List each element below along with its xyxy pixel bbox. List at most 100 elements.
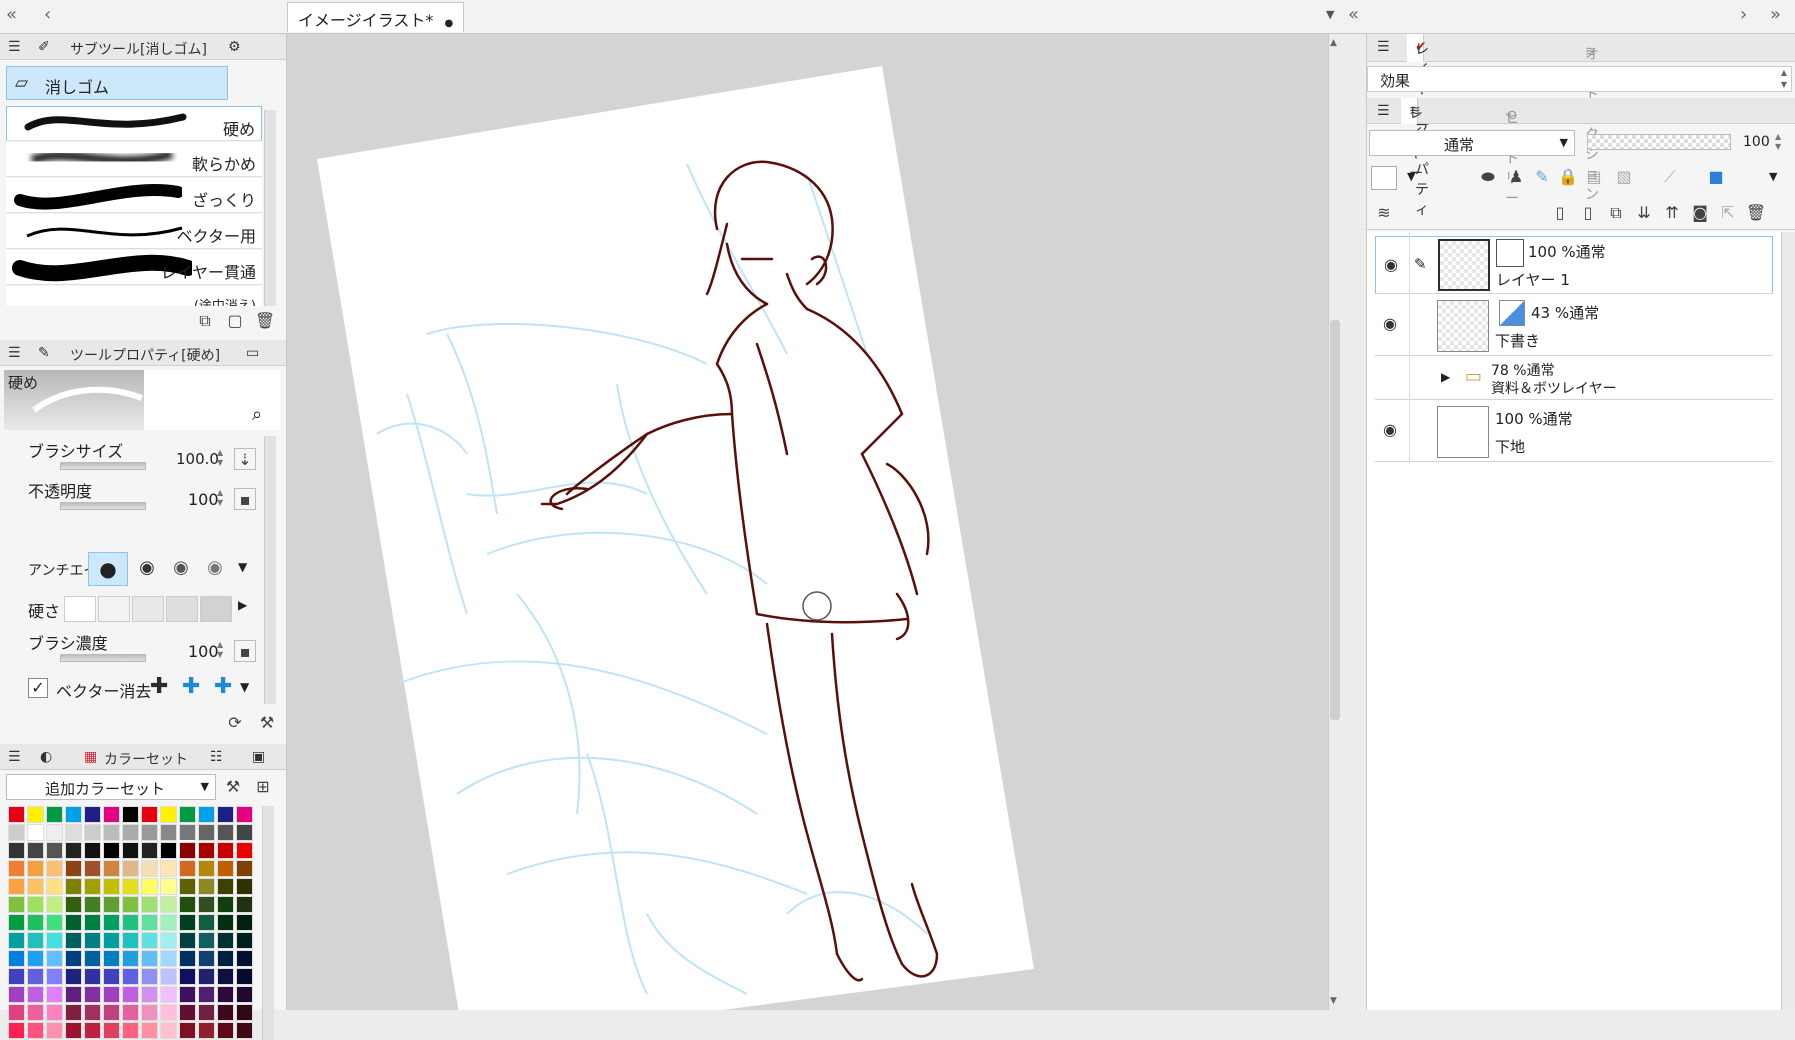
- color-swatch[interactable]: [217, 914, 234, 931]
- color-swatch[interactable]: [27, 878, 44, 895]
- color-swatch[interactable]: [217, 824, 234, 841]
- color-swatch[interactable]: [8, 950, 25, 967]
- color-swatch[interactable]: [217, 1022, 234, 1039]
- color-swatch[interactable]: [179, 878, 196, 895]
- color-swatch[interactable]: [141, 1004, 158, 1021]
- panel-menu-icon[interactable]: ☰: [1377, 103, 1390, 119]
- layer-row-layer1[interactable]: ◉ ✎ 100 %通常 レイヤー 1: [1375, 236, 1773, 294]
- color-swatch[interactable]: [122, 1022, 139, 1039]
- canvas-vertical-scrollbar[interactable]: ▲ ▼: [1328, 34, 1342, 1010]
- color-swatch[interactable]: [122, 986, 139, 1003]
- color-swatch[interactable]: [84, 1004, 101, 1021]
- brush-size-pressure-icon[interactable]: ⇣: [234, 448, 256, 470]
- apply-mask-icon[interactable]: ⇱: [1717, 202, 1739, 224]
- brush-item-partial[interactable]: (途中消え): [6, 286, 262, 306]
- lock-transparency-icon[interactable]: ▤: [1583, 166, 1605, 188]
- color-swatch[interactable]: [8, 986, 25, 1003]
- color-swatch[interactable]: [236, 1004, 253, 1021]
- color-swatch[interactable]: [8, 896, 25, 913]
- color-swatch[interactable]: [84, 806, 101, 823]
- tool-settings-icon[interactable]: ⚒: [256, 712, 278, 734]
- color-swatch[interactable]: [46, 842, 63, 859]
- opacity-slider[interactable]: [60, 502, 146, 510]
- new-vector-layer-icon[interactable]: ▯: [1577, 202, 1599, 224]
- color-swatch[interactable]: [103, 860, 120, 877]
- magnifier-icon[interactable]: ⌕: [252, 404, 262, 425]
- color-swatch[interactable]: [236, 986, 253, 1003]
- color-swatch[interactable]: [141, 860, 158, 877]
- color-swatch[interactable]: [198, 878, 215, 895]
- color-swatch[interactable]: [217, 986, 234, 1003]
- lock-layer-icon[interactable]: 🔒: [1557, 166, 1579, 188]
- canvas-drawing[interactable]: [287, 34, 1328, 1010]
- color-swatch[interactable]: [179, 914, 196, 931]
- hardness-level-1[interactable]: [64, 596, 96, 622]
- color-swatch[interactable]: [160, 878, 177, 895]
- color-swatch[interactable]: [177, 840, 198, 861]
- antialias-strong-button[interactable]: ◉: [198, 552, 232, 586]
- eye-icon[interactable]: ◉: [1383, 420, 1397, 439]
- color-swatch[interactable]: [141, 896, 158, 913]
- color-swatch[interactable]: [236, 860, 253, 877]
- color-swatch[interactable]: [198, 914, 215, 931]
- color-swatch[interactable]: [84, 1022, 101, 1039]
- color-swatch[interactable]: [160, 950, 177, 967]
- layer-opacity-slider[interactable]: [1587, 134, 1731, 150]
- brush-size-spinner[interactable]: ▲ ▼: [217, 448, 229, 470]
- color-swatch[interactable]: [27, 1022, 44, 1039]
- color-swatch[interactable]: [84, 914, 101, 931]
- color-swatch[interactable]: [141, 932, 158, 949]
- color-swatch[interactable]: [122, 878, 139, 895]
- color-swatch[interactable]: [179, 896, 196, 913]
- color-swatch[interactable]: [65, 824, 82, 841]
- brush-item-soft[interactable]: 軟らかめ: [6, 142, 262, 177]
- color-swatch[interactable]: [46, 860, 63, 877]
- density-slider[interactable]: [60, 654, 146, 662]
- color-swatch[interactable]: [103, 986, 120, 1003]
- color-swatch[interactable]: [217, 950, 234, 967]
- canvas-area[interactable]: [287, 34, 1328, 1010]
- color-swatch[interactable]: [65, 860, 82, 877]
- color-swatch[interactable]: [217, 932, 234, 949]
- color-swatch[interactable]: [27, 950, 44, 967]
- color-swatch[interactable]: [160, 1004, 177, 1021]
- color-swatch[interactable]: [141, 878, 158, 895]
- hardness-level-5[interactable]: [200, 596, 232, 622]
- color-swatch[interactable]: [160, 914, 177, 931]
- color-swatch[interactable]: [84, 878, 101, 895]
- color-swatch[interactable]: [8, 914, 25, 931]
- hardness-level-2[interactable]: [98, 596, 130, 622]
- color-swatch[interactable]: [27, 932, 44, 949]
- color-swatch[interactable]: [103, 896, 120, 913]
- chevron-left-icon[interactable]: ‹: [44, 4, 51, 25]
- color-swatch[interactable]: [46, 932, 63, 949]
- color-swatch[interactable]: [103, 824, 120, 841]
- reset-tool-icon[interactable]: ⟳: [224, 712, 246, 734]
- vector-erase-dropdown-icon[interactable]: ▼: [240, 680, 249, 694]
- color-swatch[interactable]: [141, 986, 158, 1003]
- folder-expand-icon[interactable]: ▶: [1441, 370, 1450, 384]
- color-swatch[interactable]: [84, 950, 101, 967]
- color-swatch[interactable]: [65, 1022, 82, 1039]
- intermediate-color-tab-icon[interactable]: ☷: [210, 749, 223, 765]
- color-swatch[interactable]: [179, 1022, 196, 1039]
- color-swatch[interactable]: [65, 896, 82, 913]
- brush-item-vector[interactable]: ベクター用: [6, 214, 262, 249]
- color-swatch[interactable]: [122, 950, 139, 967]
- color-swatch[interactable]: [8, 860, 25, 877]
- antialias-dropdown-icon[interactable]: ▼: [238, 560, 247, 574]
- color-set-lock-icon[interactable]: ⊞: [252, 776, 274, 798]
- panel-menu-icon[interactable]: ☰: [1377, 39, 1390, 55]
- effect-spinner[interactable]: ▲ ▼: [1781, 67, 1787, 91]
- opacity-settings-icon[interactable]: ▪: [234, 488, 256, 510]
- vector-erase-mode-1-icon[interactable]: ✚: [150, 674, 168, 699]
- vector-erase-mode-3-icon[interactable]: ✚: [214, 674, 232, 699]
- color-swatch[interactable]: [122, 842, 139, 859]
- new-subtool-icon[interactable]: ▢: [224, 310, 246, 332]
- brush-item-hard[interactable]: 硬め: [6, 106, 262, 141]
- color-swatch[interactable]: [217, 1004, 234, 1021]
- color-swatch[interactable]: [198, 950, 215, 967]
- color-swatch[interactable]: [65, 842, 82, 859]
- color-swatch[interactable]: [160, 806, 177, 823]
- color-swatch[interactable]: [103, 914, 120, 931]
